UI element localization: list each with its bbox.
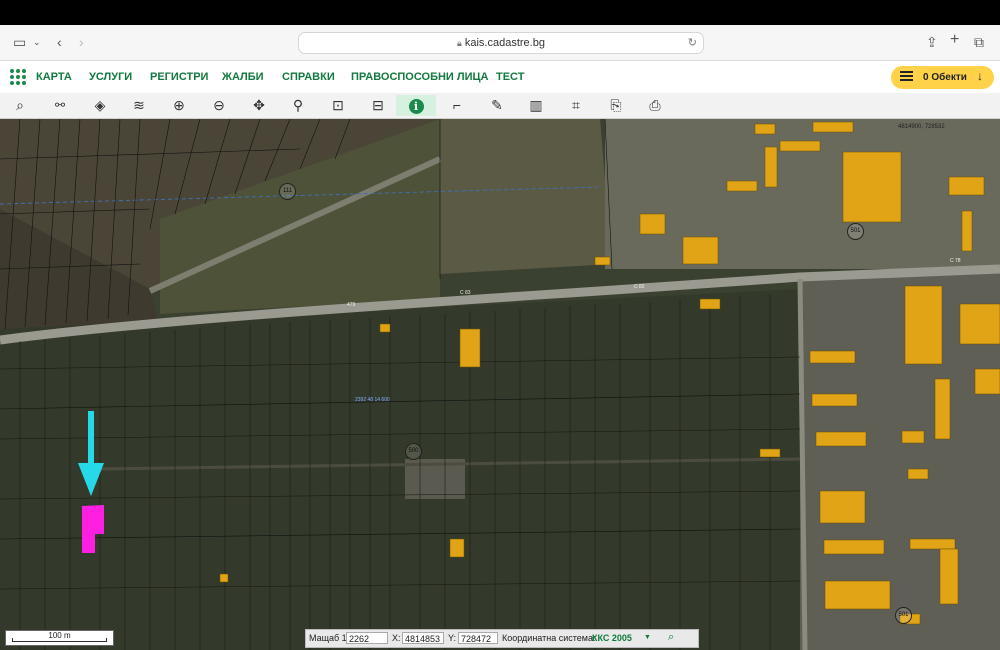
x-caption: X:: [392, 633, 401, 643]
crs-select[interactable]: ККС 2005: [592, 633, 632, 643]
menu-spravki[interactable]: СПРАВКИ: [282, 71, 335, 83]
new-tab-icon[interactable]: +: [950, 31, 959, 49]
chevron-down-icon[interactable]: ⌄: [33, 33, 41, 51]
road-label-c78: C 78: [950, 258, 961, 264]
coordinates-status-bar: Мащаб 1: 2262 X: 4814853 Y: 728472 Коорд…: [305, 629, 699, 648]
crop-icon[interactable]: ⌗: [564, 95, 588, 116]
scale-input[interactable]: 2262: [346, 632, 388, 644]
road-label-c82: C 82: [634, 284, 645, 290]
export-icon[interactable]: ⎘: [604, 95, 628, 116]
zoom-out-icon[interactable]: ⊖: [207, 95, 231, 116]
cadastral-map[interactable]: 111 501 500 501 C 83 479 C 82 C 78 48149…: [0, 119, 1000, 650]
apps-grid-icon[interactable]: [10, 69, 26, 85]
lock-icon: 🔒︎: [457, 38, 462, 48]
add-rectangle-icon[interactable]: ⊡: [326, 95, 350, 116]
arrow-down-icon: ↓: [977, 69, 983, 83]
road-label-479: 479: [347, 302, 356, 308]
y-value: 728472: [458, 632, 498, 644]
back-icon[interactable]: ‹: [57, 33, 62, 51]
location-pin-icon[interactable]: ⚲: [286, 95, 310, 116]
measure-icon[interactable]: ⌐: [445, 95, 469, 116]
address-bar[interactable]: 🔒︎ kais.cadastre.bg ↻: [298, 32, 704, 54]
search-icon[interactable]: ⌕: [668, 631, 674, 644]
reload-icon[interactable]: ↻: [688, 33, 697, 53]
parcel-circle-501: 501: [847, 223, 864, 240]
sidebar-toggle-icon[interactable]: ▭: [13, 33, 26, 51]
map-toolbar: ⌕ ⚯ ◈ ≋ ⊕ ⊖ ✥ ⚲ ⊡ ⊟ i ⌐ ✎ ▥ ⌗ ⎘ ⎙: [0, 93, 1000, 119]
url-text: kais.cadastre.bg: [464, 37, 545, 49]
hamburger-icon: [900, 71, 913, 81]
corner-coordinates: 4814900, 728532: [898, 124, 945, 130]
share-icon[interactable]: ⇪: [926, 33, 938, 51]
tabs-overview-icon[interactable]: ⧉: [974, 33, 984, 51]
parcel-circle-111: 111: [279, 183, 296, 200]
parcel-circle-501-south: 501: [895, 607, 912, 624]
menu-test[interactable]: ТЕСТ: [496, 71, 524, 83]
print-icon[interactable]: ⎙: [643, 95, 667, 116]
scale-bar: 100 m: [5, 630, 114, 646]
crs-caption: Координатна система:: [502, 633, 596, 643]
remove-rectangle-icon[interactable]: ⊟: [366, 95, 390, 116]
objects-label: 0 Обекти: [923, 72, 967, 83]
browser-toolbar: ▭ ⌄ ‹ › 🔒︎ kais.cadastre.bg ↻ ⇪ + ⧉: [0, 25, 1000, 61]
network-icon[interactable]: ⚯: [48, 95, 72, 116]
grid-label: 2392 48 14 600: [355, 397, 390, 403]
scale-caption: Мащаб 1:: [309, 633, 350, 643]
menu-zhalbi[interactable]: ЖАЛБИ: [222, 71, 264, 83]
search-icon[interactable]: ⌕: [8, 95, 32, 116]
info-icon[interactable]: i: [396, 95, 436, 116]
objects-button[interactable]: 0 Обекти ↓: [891, 66, 994, 89]
forward-icon[interactable]: ›: [79, 33, 84, 51]
y-caption: Y:: [448, 633, 457, 643]
crs-dropdown-icon[interactable]: ▼: [644, 634, 651, 641]
layers-icon[interactable]: ◈: [88, 95, 112, 116]
top-black-bar: [0, 0, 1000, 25]
pan-icon[interactable]: ✥: [247, 95, 271, 116]
draw-icon[interactable]: ✎: [485, 95, 509, 116]
map-canvas: [0, 119, 1000, 650]
layers-outline-icon[interactable]: ≋: [127, 95, 151, 116]
menu-registri[interactable]: РЕГИСТРИ: [150, 71, 208, 83]
main-menu: КАРТА УСЛУГИ РЕГИСТРИ ЖАЛБИ СПРАВКИ ПРАВ…: [0, 61, 1000, 93]
road-label-c83: C 83: [460, 290, 471, 296]
map-book-icon[interactable]: ▥: [524, 95, 548, 116]
zoom-in-icon[interactable]: ⊕: [167, 95, 191, 116]
menu-uslugi[interactable]: УСЛУГИ: [89, 71, 132, 83]
parcel-circle-500: 500: [405, 443, 422, 460]
field-center: [440, 119, 612, 274]
x-value: 4814853: [402, 632, 444, 644]
menu-pravosposobni-lica[interactable]: ПРАВОСПОСОБНИ ЛИЦА: [351, 71, 489, 83]
menu-karta[interactable]: КАРТА: [36, 71, 72, 83]
